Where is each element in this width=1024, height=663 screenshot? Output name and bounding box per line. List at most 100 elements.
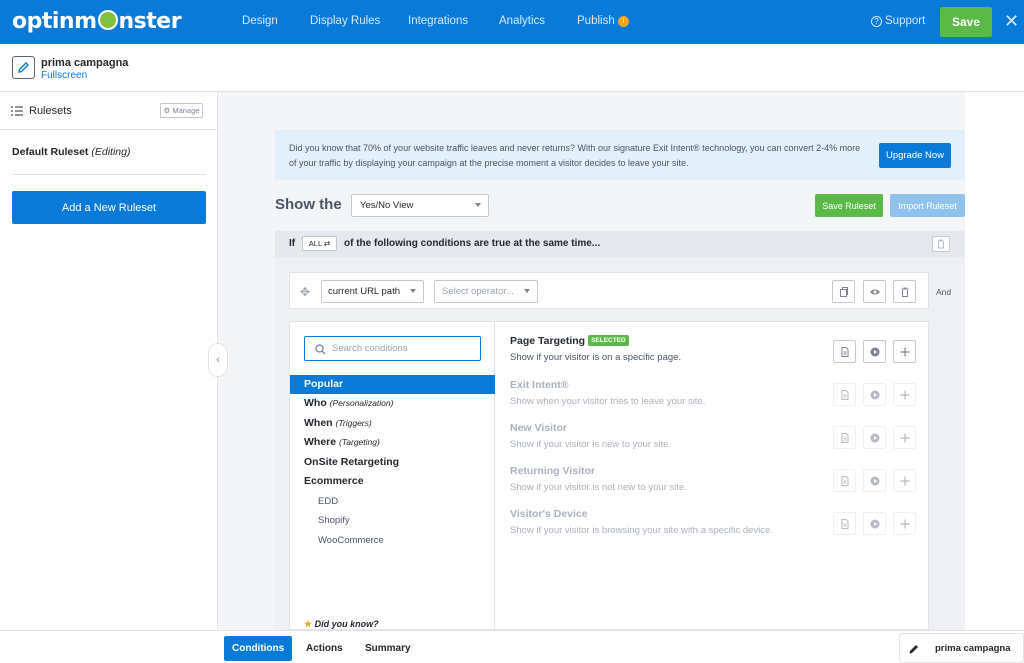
- campaign-switcher[interactable]: prima campagna: [899, 633, 1024, 663]
- optinmonster-logo[interactable]: optinm nster: [12, 9, 182, 34]
- option-doc-button[interactable]: [833, 512, 856, 535]
- support-link[interactable]: ? Support: [871, 15, 925, 27]
- exit-intent-promo: Did you know that 70% of your website tr…: [275, 130, 965, 180]
- document-icon: [841, 390, 849, 400]
- option-title: Page Targeting SELECTED: [510, 335, 629, 347]
- category-label: Where: [304, 436, 337, 448]
- option-preview-button[interactable]: [863, 383, 886, 406]
- campaign-type: Fullscreen: [41, 70, 88, 81]
- copy-condition-button[interactable]: [832, 280, 855, 303]
- save-ruleset-button[interactable]: Save Ruleset: [815, 194, 883, 217]
- document-icon: [841, 347, 849, 357]
- condition-group-text: of the following conditions are true at …: [344, 238, 601, 249]
- option-preview-button[interactable]: [863, 426, 886, 449]
- search-conditions-input[interactable]: Search conditions: [304, 336, 481, 361]
- subcategory-woocommerce[interactable]: WooCommerce: [318, 535, 384, 546]
- nav-publish-label: Publish: [577, 15, 615, 27]
- campaign-switcher-label: prima campagna: [935, 643, 1011, 654]
- add-ruleset-button[interactable]: Add a New Ruleset: [12, 191, 206, 224]
- ruleset-sidebar: Rulesets ⚙ Manage Default Ruleset (Editi…: [0, 92, 218, 630]
- category-onsite-retargeting[interactable]: OnSite Retargeting: [304, 456, 399, 468]
- category-when[interactable]: When (Triggers): [304, 417, 372, 429]
- option-preview-button[interactable]: [863, 512, 886, 535]
- option-doc-button[interactable]: [833, 340, 856, 363]
- close-icon[interactable]: ✕: [1004, 11, 1019, 32]
- option-doc-button[interactable]: [833, 426, 856, 449]
- play-icon: [870, 433, 880, 443]
- category-where[interactable]: Where (Targeting): [304, 436, 380, 448]
- divider: [12, 174, 206, 175]
- option-desc: Show if your visitor is browsing your si…: [510, 525, 773, 536]
- chevron-down-icon: [410, 289, 416, 293]
- nav-display-rules[interactable]: Display Rules: [310, 15, 380, 27]
- and-button[interactable]: And: [936, 287, 951, 297]
- category-hint: (Triggers): [335, 418, 372, 428]
- document-icon: [841, 476, 849, 486]
- tab-actions[interactable]: Actions: [298, 636, 351, 661]
- category-ecommerce[interactable]: Ecommerce: [304, 475, 364, 487]
- option-desc: Show if your visitor is on a specific pa…: [510, 352, 682, 363]
- ruleset-header: Rulesets ⚙ Manage: [0, 92, 218, 130]
- nav-design[interactable]: Design: [242, 15, 278, 27]
- operator-select[interactable]: Select operator...: [434, 280, 538, 303]
- option-add-button[interactable]: [893, 383, 916, 406]
- category-label: When: [304, 417, 333, 429]
- subcategory-edd[interactable]: EDD: [318, 496, 338, 507]
- option-add-button[interactable]: [893, 469, 916, 492]
- nav-integrations[interactable]: Integrations: [408, 15, 468, 27]
- tab-conditions[interactable]: Conditions: [224, 636, 293, 661]
- category-popular[interactable]: Popular: [290, 375, 495, 394]
- document-icon: [841, 519, 849, 529]
- view-select[interactable]: Yes/No View: [351, 194, 489, 217]
- logo-text-start: optinm: [12, 9, 97, 34]
- option-title-text: Page Targeting: [510, 335, 586, 347]
- option-desc: Show if your visitor is new to your site…: [510, 439, 672, 450]
- option-doc-button[interactable]: [833, 383, 856, 406]
- option-title: Returning Visitor: [510, 465, 595, 477]
- trash-icon: [901, 287, 909, 297]
- category-who[interactable]: Who (Personalization): [304, 397, 393, 409]
- document-icon: [841, 433, 849, 443]
- subcategory-shopify[interactable]: Shopify: [318, 515, 350, 526]
- nav-analytics[interactable]: Analytics: [499, 15, 545, 27]
- monster-icon: [97, 10, 118, 30]
- collapse-sidebar-icon[interactable]: ‹: [208, 343, 228, 377]
- footer-tabs: Conditions Actions Summary prima campagn…: [0, 630, 1024, 663]
- option-doc-button[interactable]: [833, 469, 856, 492]
- upgrade-now-button[interactable]: Upgrade Now: [879, 143, 951, 168]
- delete-condition-button[interactable]: [893, 280, 916, 303]
- support-label: Support: [885, 15, 926, 27]
- preview-condition-button[interactable]: [863, 280, 886, 303]
- logo-text-end: nster: [118, 9, 182, 34]
- did-you-know[interactable]: ★ Did you know?: [304, 619, 379, 630]
- option-add-button[interactable]: [893, 426, 916, 449]
- default-ruleset-item[interactable]: Default Ruleset (Editing): [12, 146, 130, 158]
- manage-rulesets-button[interactable]: ⚙ Manage: [160, 103, 203, 118]
- plus-icon: [900, 390, 910, 400]
- plus-icon: [900, 476, 910, 486]
- condition-group-header: If ALL ⇄ of the following conditions are…: [275, 231, 965, 257]
- manage-label: Manage: [172, 106, 200, 115]
- import-ruleset-button[interactable]: Import Ruleset: [890, 194, 965, 217]
- delete-group-icon[interactable]: [932, 236, 950, 252]
- condition-field-select[interactable]: current URL path: [321, 280, 424, 303]
- category-label: Ecommerce: [304, 475, 364, 487]
- did-you-know-label: Did you know?: [314, 619, 379, 629]
- nav-publish[interactable]: Publish!: [577, 15, 629, 27]
- option-add-button[interactable]: [893, 512, 916, 535]
- list-icon: [11, 106, 23, 116]
- rulesets-title: Rulesets: [29, 105, 72, 117]
- option-add-button[interactable]: [893, 340, 916, 363]
- edit-campaign-icon[interactable]: [12, 56, 35, 79]
- option-preview-button[interactable]: [863, 469, 886, 492]
- default-ruleset-label: Default Ruleset: [12, 146, 89, 158]
- editing-state: (Editing): [91, 146, 131, 158]
- play-icon: [870, 347, 880, 357]
- option-preview-button[interactable]: [863, 340, 886, 363]
- drag-handle-icon[interactable]: ✥: [300, 285, 310, 299]
- save-button[interactable]: Save: [940, 7, 992, 37]
- tab-summary[interactable]: Summary: [357, 636, 419, 661]
- match-mode-toggle[interactable]: ALL ⇄: [302, 236, 337, 251]
- chevron-down-icon: [475, 203, 481, 207]
- category-hint: (Targeting): [339, 437, 380, 447]
